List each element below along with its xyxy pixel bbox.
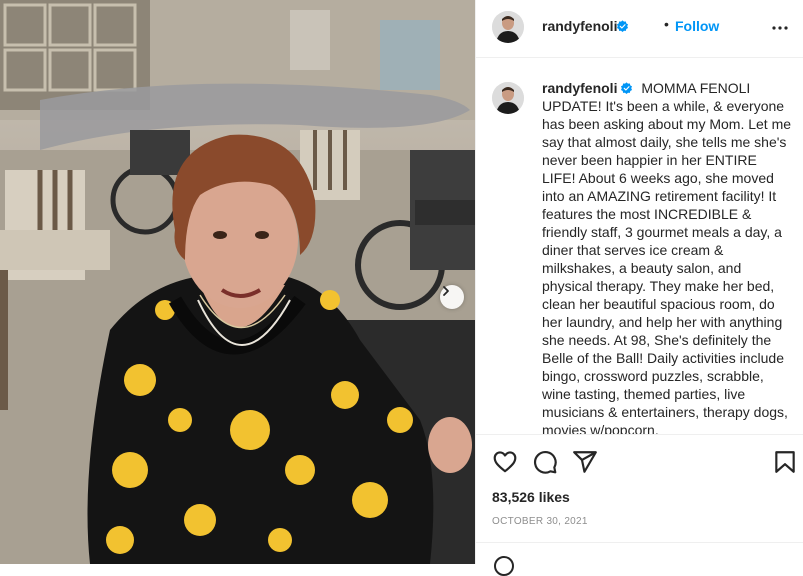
- separator-dot: •: [664, 16, 669, 32]
- avatar-image: [492, 82, 524, 114]
- divider: [476, 542, 803, 543]
- more-options-icon[interactable]: [768, 16, 792, 40]
- chevron-right-icon: [443, 286, 449, 296]
- caption-username[interactable]: randyfenoli: [542, 80, 633, 96]
- post-date[interactable]: OCTOBER 30, 2021: [492, 516, 588, 527]
- comment-input-emoji-icon[interactable]: [494, 556, 514, 576]
- caption-username-text: randyfenoli: [542, 80, 618, 96]
- caption-text: MOMMA FENOLI UPDATE! It's been a while, …: [542, 80, 792, 434]
- caption-avatar[interactable]: [492, 82, 524, 114]
- heart-icon[interactable]: [492, 449, 518, 475]
- post-caption: randyfenoli MOMMA FENOLI UPDATE! It's be…: [542, 79, 794, 434]
- post-photo[interactable]: [0, 0, 475, 564]
- caption-section: randyfenoli MOMMA FENOLI UPDATE! It's be…: [476, 58, 803, 434]
- avatar[interactable]: [492, 11, 524, 43]
- avatar-image: [492, 11, 524, 43]
- bookmark-icon[interactable]: [772, 449, 798, 475]
- share-icon[interactable]: [572, 449, 598, 475]
- post-side-panel: randyfenoli • Follow randyfenoli MOMMA F…: [475, 0, 803, 576]
- likes-count[interactable]: 83,526 likes: [492, 489, 570, 505]
- verified-badge-icon: [621, 82, 633, 95]
- username[interactable]: randyfenoli: [542, 18, 617, 34]
- post-header: randyfenoli • Follow: [476, 0, 803, 58]
- carousel-next-button[interactable]: [440, 285, 464, 309]
- action-bar: [476, 434, 803, 495]
- photo-illustration: [0, 0, 475, 564]
- verified-badge-icon: [616, 20, 629, 33]
- comment-icon[interactable]: [532, 449, 558, 475]
- follow-button[interactable]: Follow: [675, 18, 719, 34]
